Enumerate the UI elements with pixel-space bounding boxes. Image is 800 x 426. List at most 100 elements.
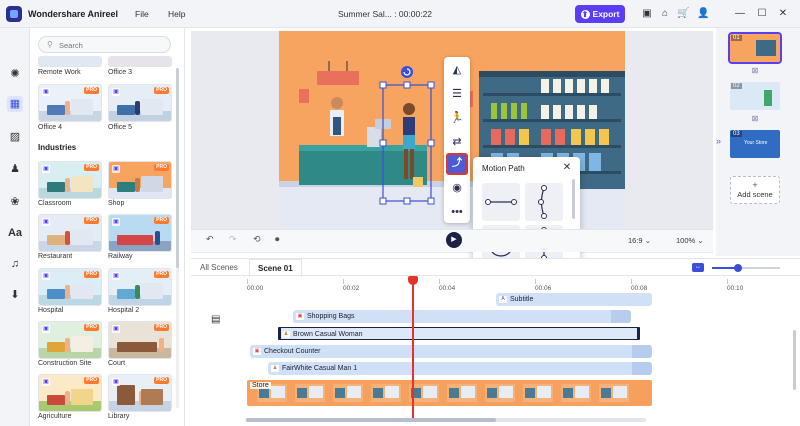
account-icon[interactable]: 👤 <box>697 8 709 20</box>
scene-tile[interactable]: ▣ PRO <box>38 374 102 412</box>
scene-tile[interactable]: ▣ PRO <box>108 374 172 412</box>
ruler-label: 00:04 <box>439 285 456 292</box>
motion-path-popup: Motion Path ✕ <box>473 157 580 272</box>
pro-badge: PRO <box>154 271 169 278</box>
prop-track-icon: ▣ <box>296 313 304 320</box>
add-scene-button[interactable]: + Add scene <box>730 176 780 204</box>
scenes-icon[interactable]: ▦ <box>7 96 23 112</box>
element-toolbar: ◭ ☰ 🏃 ⇄ ⤴ ◉ ••• <box>444 57 470 223</box>
text-icon[interactable]: Aa <box>7 225 23 241</box>
tile-label: Classroom <box>38 200 72 207</box>
track-end-handle[interactable] <box>611 310 631 323</box>
select-icon: ▣ <box>112 272 120 280</box>
track-label: Shopping Bags <box>307 313 355 320</box>
transition-icon[interactable]: ⊠ <box>750 114 760 124</box>
popup-scrollbar[interactable] <box>572 179 575 219</box>
timeline-scrollbar-thumb[interactable] <box>246 418 496 422</box>
menu-file[interactable]: File <box>135 9 149 19</box>
tile-label: Office 5 <box>108 124 132 131</box>
select-icon: ▣ <box>42 378 50 386</box>
ruler-label: 00:00 <box>247 285 264 292</box>
maximize-button[interactable]: ☐ <box>755 7 769 21</box>
playhead-line[interactable] <box>412 278 414 420</box>
export-button[interactable]: ⬆ Export <box>575 5 625 23</box>
layers-icon[interactable]: ☰ <box>448 85 466 103</box>
record-icon[interactable]: ⏺ <box>275 234 280 245</box>
scene-tile[interactable]: ▣ PRO <box>38 214 102 252</box>
play-button[interactable]: ▶ <box>446 232 462 248</box>
track-brown-casual-woman[interactable]: ♟ Brown Casual Woman <box>278 327 640 340</box>
home-icon[interactable]: ⌂ <box>659 8 671 20</box>
music-icon[interactable]: ♫ <box>7 256 23 272</box>
scene-tile[interactable]: ▣ PRO <box>38 84 102 122</box>
scene-caption: Your Store <box>744 140 768 146</box>
effects-icon[interactable]: ✺ <box>7 66 23 82</box>
search-input[interactable] <box>59 39 159 51</box>
scene-tile[interactable]: ▣ PRO <box>38 161 102 199</box>
pro-badge: PRO <box>84 324 99 331</box>
ruler-label: 00:06 <box>535 285 552 292</box>
tab-all-scenes[interactable]: All Scenes <box>200 263 238 272</box>
pro-badge: PRO <box>154 324 169 331</box>
motion-path-button[interactable]: ⤴ <box>446 153 468 175</box>
timeline-vertical-scrollbar[interactable] <box>793 330 796 390</box>
library-scrollbar-thumb[interactable] <box>176 68 179 268</box>
text-track-icon: A <box>499 296 507 303</box>
undo-icon[interactable]: ↶ <box>206 234 214 245</box>
fit-timeline-icon[interactable]: ↔ <box>692 263 704 272</box>
flip-icon[interactable]: ◭ <box>448 61 466 79</box>
track-end-handle[interactable] <box>632 345 652 358</box>
section-title-industries: Industries <box>38 143 77 152</box>
transition-icon[interactable]: ⊠ <box>750 66 760 76</box>
expression-icon[interactable]: ◉ <box>448 179 466 197</box>
scene-tile[interactable]: ▣ PRO <box>108 84 172 122</box>
track-end-handle[interactable] <box>632 362 652 375</box>
close-button[interactable]: ✕ <box>776 7 790 21</box>
pattern-icon[interactable]: ▨ <box>7 129 23 145</box>
action-icon[interactable]: 🏃 <box>448 109 466 127</box>
track-shopping-bags[interactable]: ▣ Shopping Bags <box>293 310 631 323</box>
app-name: Wondershare Anireel <box>28 9 119 19</box>
cart-icon[interactable]: 🛒 <box>677 8 689 20</box>
scene-tile[interactable] <box>38 56 102 67</box>
more-icon[interactable]: ••• <box>448 203 466 221</box>
select-icon: ▣ <box>42 272 50 280</box>
aspect-ratio-dropdown[interactable]: 16:9 ⌄ <box>628 236 651 245</box>
replay-icon[interactable]: ⟲ <box>253 234 261 245</box>
pro-badge: PRO <box>84 217 99 224</box>
track-start-handle[interactable] <box>278 327 281 340</box>
zoom-value: 100% <box>676 236 696 245</box>
scene-tile[interactable]: ▣ PRO <box>108 161 172 199</box>
redo-icon[interactable]: ↷ <box>229 234 237 245</box>
scene-tile[interactable]: ▣ PRO <box>108 214 172 252</box>
track-fairwhite-casual-man[interactable]: ♟ FairWhite Casual Man 1 <box>268 362 652 375</box>
collapse-panel-icon[interactable]: » <box>716 136 721 146</box>
scene-thumbnail[interactable]: 02 <box>730 82 780 110</box>
track-subtitle[interactable]: A Subtitle <box>496 293 652 306</box>
tile-label: Agriculture <box>38 413 72 420</box>
save-icon[interactable]: ▣ <box>641 8 653 20</box>
close-icon[interactable]: ✕ <box>561 162 573 174</box>
track-store-background[interactable] <box>247 380 652 406</box>
scene-tile[interactable]: ▣ PRO <box>108 268 172 306</box>
minimize-button[interactable]: — <box>733 7 747 21</box>
scene-tile[interactable]: ▣ PRO <box>38 321 102 359</box>
scene-thumbnail[interactable]: 03 Your Store <box>730 130 780 158</box>
motion-path-curve-vertical[interactable] <box>525 183 563 221</box>
scene-tile[interactable]: ▣ PRO <box>38 268 102 306</box>
zoom-dropdown[interactable]: 100% ⌄ <box>676 236 704 245</box>
character-icon[interactable]: ♟ <box>7 161 23 177</box>
search-box[interactable]: ⚲ <box>38 36 171 53</box>
menu-help[interactable]: Help <box>168 9 185 19</box>
motion-path-straight-horizontal[interactable] <box>482 183 520 221</box>
swap-icon[interactable]: ⇄ <box>448 133 466 151</box>
tile-label: Hospital 2 <box>108 307 140 314</box>
props-icon[interactable]: ❀ <box>7 194 23 210</box>
track-end-handle[interactable] <box>637 327 640 340</box>
track-checkout-counter[interactable]: ▣ Checkout Counter <box>250 345 652 358</box>
import-icon[interactable]: ⬇ <box>7 287 23 303</box>
timeline-zoom-handle[interactable] <box>734 264 742 272</box>
scene-tile[interactable]: ▣ PRO <box>108 321 172 359</box>
scene-thumbnail[interactable]: 01 <box>728 32 782 64</box>
scene-tile[interactable] <box>108 56 172 67</box>
